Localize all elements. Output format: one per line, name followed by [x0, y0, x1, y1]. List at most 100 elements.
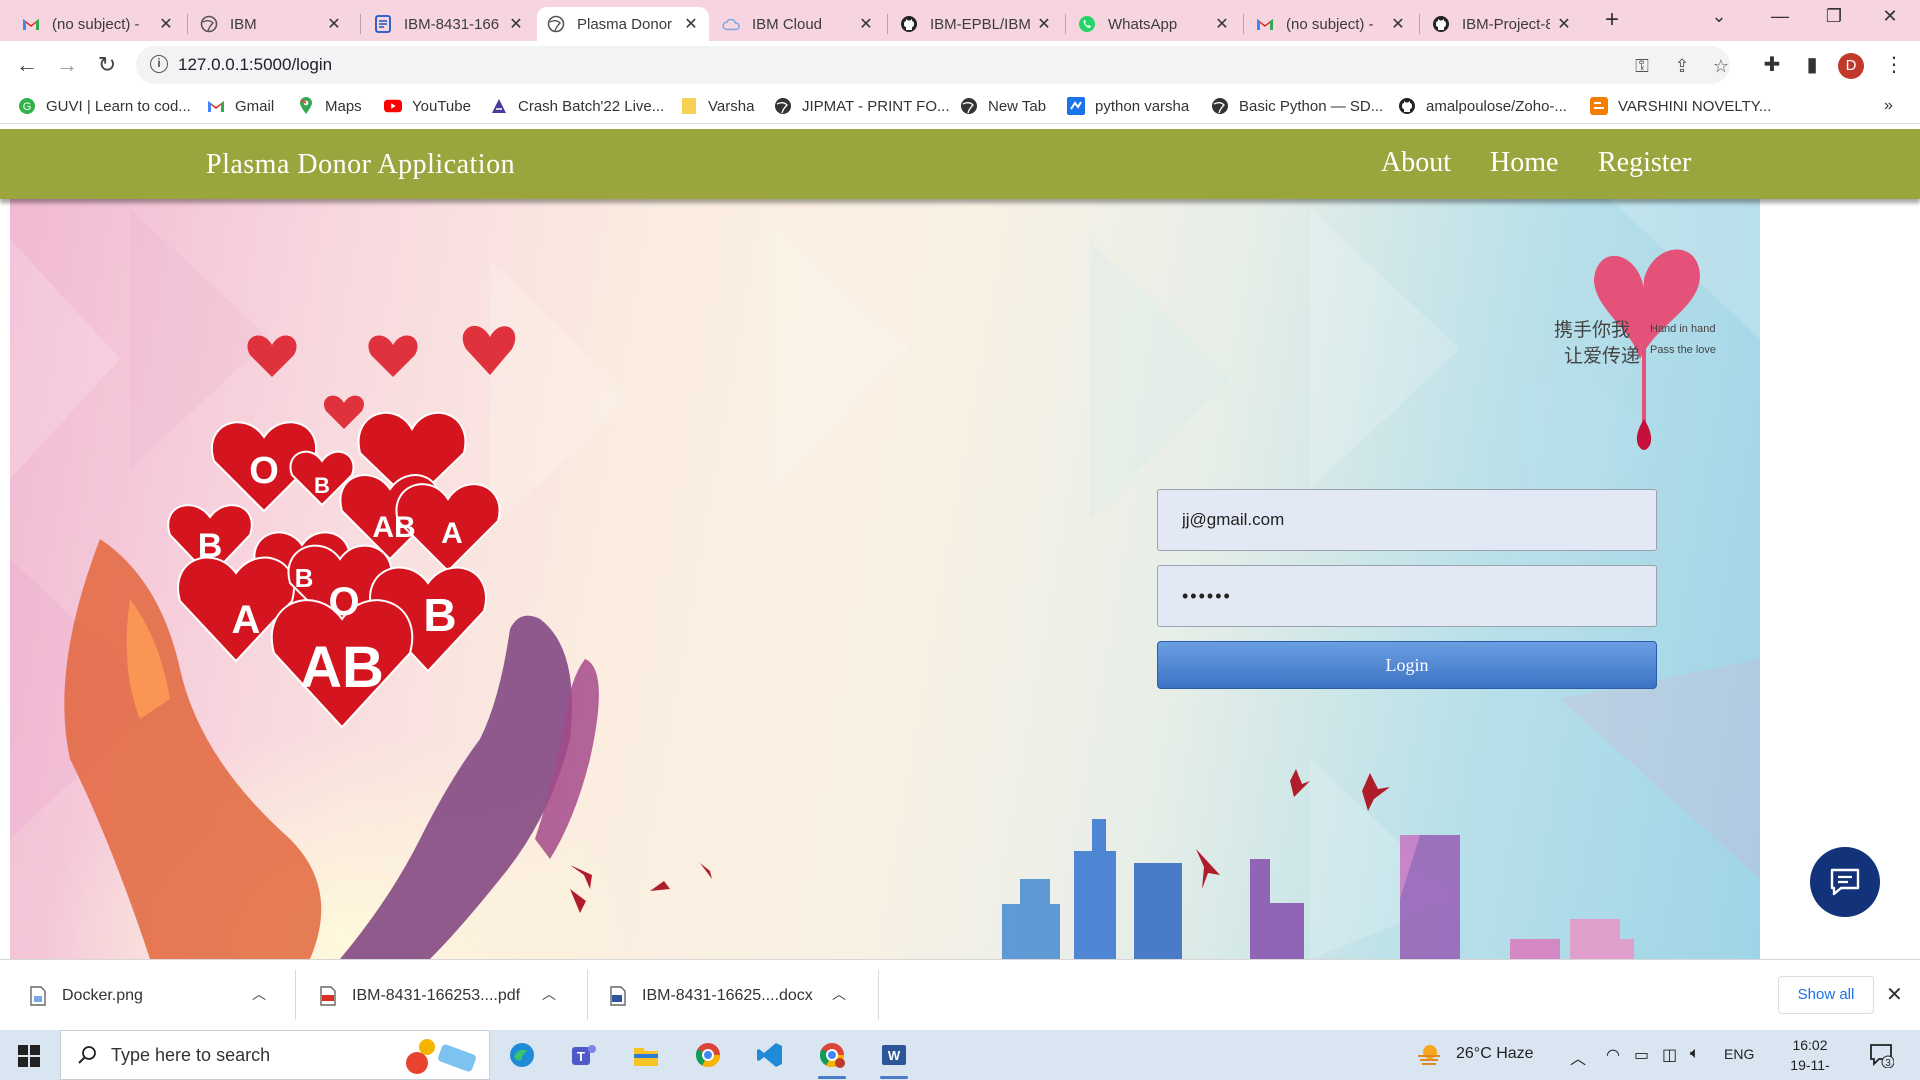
site-navbar: Plasma Donor Application About Home Regi…	[0, 129, 1920, 199]
bookmark-zoho[interactable]: amalpoulose/Zoho-...	[1398, 95, 1567, 117]
globe-icon	[774, 97, 792, 115]
balloon-label: B	[198, 527, 223, 565]
close-icon[interactable]: ✕	[1390, 14, 1406, 34]
battery-icon[interactable]: ▭	[1634, 1045, 1649, 1065]
url-text[interactable]: 127.0.0.1:5000/login	[178, 55, 332, 75]
close-icon[interactable]: ✕	[1886, 982, 1903, 1007]
taskbar-search-box[interactable]: Type here to search	[60, 1030, 490, 1080]
windows-start-icon[interactable]	[18, 1045, 40, 1072]
site-info-icon[interactable]: i	[150, 55, 168, 73]
window-close-icon[interactable]: ✕	[1878, 6, 1902, 27]
close-icon[interactable]: ✕	[158, 14, 174, 34]
more-bookmarks-chevron-icon[interactable]: »	[1884, 95, 1893, 117]
forward-arrow-icon[interactable]: →	[53, 51, 81, 79]
nav-about-link[interactable]: About	[1381, 147, 1451, 179]
close-icon[interactable]: ✕	[1556, 14, 1572, 34]
reload-icon[interactable]: ↻	[93, 51, 121, 79]
close-icon[interactable]: ✕	[1036, 14, 1052, 34]
logo-english-line2: Pass the love	[1650, 344, 1716, 356]
bookmark-python-varsha[interactable]: python varsha	[1067, 95, 1189, 117]
chrome-profile-icon[interactable]	[812, 1035, 852, 1079]
word-icon[interactable]: W	[874, 1035, 914, 1079]
key-icon[interactable]: ⚿	[1632, 56, 1652, 76]
bookmark-label: VARSHINI NOVELTY...	[1618, 97, 1772, 115]
maps-icon	[297, 97, 315, 115]
volume-icon[interactable]: 🔈︎	[1690, 1045, 1700, 1063]
minimize-icon[interactable]: —	[1768, 6, 1792, 27]
chrome-icon[interactable]	[688, 1035, 728, 1075]
tab-search-chevron-icon[interactable]: ⌄	[1707, 6, 1731, 27]
brand-title[interactable]: Plasma Donor Application	[206, 149, 515, 181]
file-explorer-icon[interactable]	[626, 1035, 666, 1075]
nav-register-link[interactable]: Register	[1598, 147, 1691, 179]
bookmark-gmail[interactable]: Gmail	[207, 95, 274, 117]
show-all-downloads-button[interactable]: Show all	[1778, 976, 1874, 1014]
bookmark-new-tab[interactable]: New Tab	[960, 95, 1046, 117]
email-input[interactable]	[1157, 489, 1657, 551]
bookmark-jipmat[interactable]: JIPMAT - PRINT FO...	[774, 95, 950, 117]
close-icon[interactable]: ✕	[683, 14, 699, 34]
download-item-docker[interactable]: Docker.png ︿	[28, 960, 284, 1031]
nav-home-link[interactable]: Home	[1490, 147, 1558, 179]
bookmark-varsha[interactable]: Varsha	[680, 95, 754, 117]
balloon-label: O	[249, 450, 279, 492]
tab-plasma-donor[interactable]: Plasma Donor ✕	[537, 7, 709, 41]
download-item-pdf[interactable]: IBM-8431-166253....pdf ︿	[318, 960, 574, 1031]
tab-title: WhatsApp	[1108, 15, 1178, 33]
close-icon[interactable]: ✕	[1214, 14, 1230, 34]
tab-ibm[interactable]: IBM ✕	[190, 7, 352, 41]
side-panel-icon[interactable]: ▮	[1798, 51, 1826, 79]
bookmark-maps[interactable]: Maps	[297, 95, 362, 117]
tab-gmail-1[interactable]: (no subject) - ✕	[12, 7, 184, 41]
extensions-puzzle-icon[interactable]: ✚	[1758, 51, 1786, 79]
bookmark-guvi[interactable]: G GUVI | Learn to cod...	[18, 95, 191, 117]
tab-ibm-epbl[interactable]: IBM-EPBL/IBM ✕	[890, 7, 1062, 41]
restore-icon[interactable]: ❐	[1822, 6, 1846, 27]
tab-ibm-cloud[interactable]: IBM Cloud ✕	[712, 7, 884, 41]
search-highlight-icon	[397, 1037, 483, 1080]
password-input[interactable]	[1157, 565, 1657, 627]
chevron-up-icon[interactable]: ︿	[252, 984, 266, 1004]
weather-icon[interactable]	[1416, 1042, 1442, 1071]
browser-toolbar: ← → ↻ i 127.0.0.1:5000/login ⚿ ⇪ ☆ ✚ ▮ D…	[0, 41, 1920, 89]
globe-icon	[960, 97, 978, 115]
camera-icon[interactable]: ◫	[1662, 1045, 1677, 1065]
tab-gmail-2[interactable]: (no subject) - ✕	[1246, 7, 1416, 41]
tab-whatsapp[interactable]: WhatsApp ✕	[1068, 7, 1240, 41]
chevron-up-icon[interactable]: ︿	[542, 984, 556, 1004]
tab-ibm-project[interactable]: IBM-Project-8 ✕	[1422, 7, 1582, 41]
close-icon[interactable]: ✕	[326, 14, 342, 34]
bookmark-youtube[interactable]: YouTube	[384, 95, 471, 117]
tab-ibm-doc[interactable]: IBM-8431-166 ✕	[364, 7, 534, 41]
tab-title: IBM	[230, 15, 257, 33]
bookmark-basic-python[interactable]: Basic Python — SD...	[1211, 95, 1383, 117]
close-icon[interactable]: ✕	[508, 14, 524, 34]
chat-widget-button[interactable]	[1810, 847, 1880, 917]
bookmark-star-icon[interactable]: ☆	[1711, 56, 1731, 76]
folder-icon	[680, 97, 698, 115]
profile-avatar[interactable]: D	[1838, 53, 1864, 79]
taskbar-clock[interactable]: 16:02 19-11-2022	[1775, 1035, 1845, 1080]
notification-center-icon[interactable]: 3	[1868, 1042, 1895, 1073]
vscode-icon[interactable]	[750, 1035, 790, 1075]
edge-browser-icon[interactable]	[502, 1035, 542, 1075]
login-button[interactable]: Login	[1157, 641, 1657, 689]
bookmark-crash-batch[interactable]: Crash Batch'22 Live...	[490, 95, 664, 117]
show-hidden-icons-chevron-icon[interactable]: ︿	[1570, 1045, 1586, 1069]
weather-text[interactable]: 26°C Haze	[1456, 1045, 1534, 1063]
whatsapp-icon	[1078, 15, 1096, 33]
download-filename: IBM-8431-16625....docx	[642, 986, 813, 1004]
menu-kebab-icon[interactable]: ⋮	[1880, 51, 1908, 79]
share-icon[interactable]: ⇪	[1672, 56, 1692, 76]
close-icon[interactable]: ✕	[858, 14, 874, 34]
teams-icon[interactable]: T	[564, 1035, 604, 1075]
bookmark-label: GUVI | Learn to cod...	[46, 97, 191, 115]
bookmark-varshini-novelty[interactable]: VARSHINI NOVELTY...	[1590, 95, 1771, 117]
address-bar[interactable]: i 127.0.0.1:5000/login ⚿ ⇪ ☆	[136, 46, 1730, 84]
new-tab-button[interactable]: +	[1600, 8, 1624, 33]
chevron-up-icon[interactable]: ︿	[832, 984, 846, 1004]
network-icon[interactable]: ◠	[1606, 1045, 1620, 1065]
back-arrow-icon[interactable]: ←	[13, 51, 41, 79]
download-item-docx[interactable]: IBM-8431-16625....docx ︿	[608, 960, 864, 1031]
language-indicator[interactable]: ENG	[1724, 1046, 1754, 1062]
